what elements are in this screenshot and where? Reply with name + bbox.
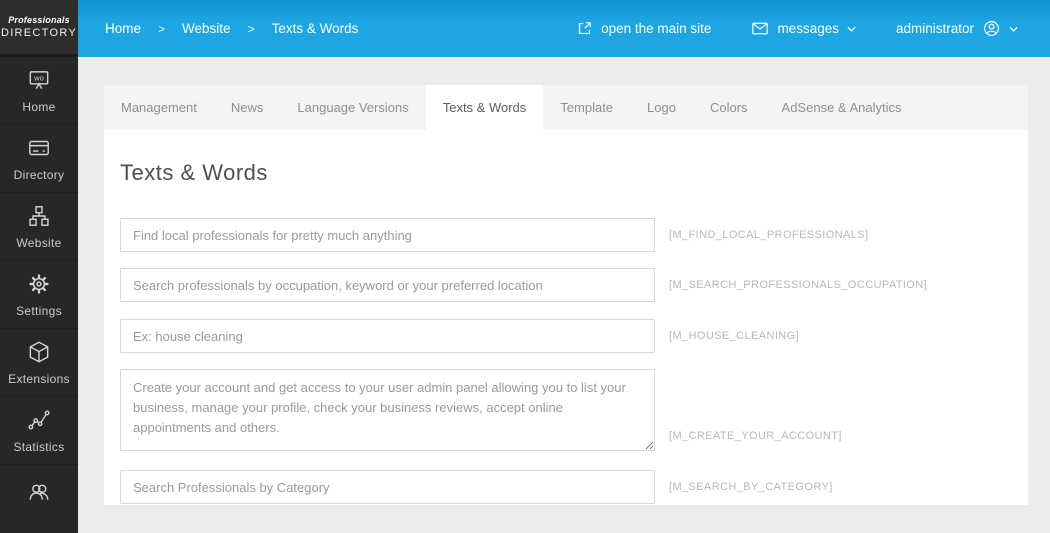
texts-words-panel: Texts & Words [M_FIND_LOCAL_PROFESSIONAL… <box>104 130 1028 504</box>
sidebar-item-label: Directory <box>13 168 65 182</box>
tab-template[interactable]: Template <box>543 85 630 130</box>
field-row: Create your account and get access to yo… <box>120 369 1028 451</box>
external-link-icon <box>576 20 593 37</box>
tab-bar: Management News Language Versions Texts … <box>104 85 1028 130</box>
content-card: Management News Language Versions Texts … <box>104 85 1028 505</box>
field-row: [M_SEARCH_BY_CATEGORY] <box>120 470 1028 504</box>
breadcrumb-home[interactable]: Home <box>105 21 141 36</box>
listing-card-icon <box>26 135 52 161</box>
sidebar-item-label: Settings <box>16 304 62 318</box>
tab-texts-words[interactable]: Texts & Words <box>425 85 544 130</box>
sidebar-item-home[interactable]: wo Home <box>0 57 78 125</box>
sidebar-item-directory[interactable]: Directory <box>0 125 78 193</box>
topbar: Home > Website > Texts & Words open the … <box>78 0 1050 57</box>
breadcrumb-texts-words[interactable]: Texts & Words <box>272 21 359 36</box>
tab-adsense-analytics[interactable]: AdSense & Analytics <box>765 85 919 130</box>
sidebar-item-settings[interactable]: Settings <box>0 261 78 329</box>
app-logo[interactable]: Professionals DIRECTORY <box>0 0 78 57</box>
breadcrumb-separator: > <box>158 21 166 36</box>
sitemap-icon <box>26 203 52 229</box>
app-window: Professionals DIRECTORY wo Home Director… <box>0 0 1050 533</box>
breadcrumb-separator: > <box>247 21 255 36</box>
logo-line2: DIRECTORY <box>0 27 78 39</box>
tab-management[interactable]: Management <box>104 85 214 130</box>
input-search-by-category[interactable] <box>120 470 655 504</box>
logo-line1: Professionals <box>8 15 70 25</box>
presentation-board-icon: wo <box>26 67 52 93</box>
cube-icon <box>26 339 52 365</box>
sidebar-item-website[interactable]: Website <box>0 193 78 261</box>
sidebar-item-statistics[interactable]: Statistics <box>0 397 78 465</box>
field-key-label: [M_FIND_LOCAL_PROFESSIONALS] <box>669 229 869 241</box>
field-key-label: [M_HOUSE_CLEANING] <box>669 330 800 342</box>
field-row: [M_HOUSE_CLEANING] <box>120 319 1028 353</box>
input-house-cleaning[interactable] <box>120 319 655 353</box>
sidebar-item-label: Website <box>16 236 62 250</box>
chevron-down-icon <box>1009 26 1018 32</box>
field-row: [M_SEARCH_PROFESSIONALS_OCCUPATION] <box>120 268 1028 302</box>
user-circle-icon <box>982 19 1001 38</box>
sidebar-item-extensions[interactable]: Extensions <box>0 329 78 397</box>
administrator-label: administrator <box>895 21 974 36</box>
input-find-local-professionals[interactable] <box>120 218 655 252</box>
page-title: Texts & Words <box>120 160 268 185</box>
administrator-menu[interactable]: administrator <box>896 19 1018 38</box>
envelope-icon <box>751 21 769 36</box>
topbar-right: open the main site messages administrato… <box>576 19 1050 38</box>
sidebar: Professionals DIRECTORY wo Home Director… <box>0 0 78 533</box>
gear-icon <box>26 271 52 297</box>
tab-news[interactable]: News <box>214 85 281 130</box>
textarea-create-your-account[interactable]: Create your account and get access to yo… <box>120 369 655 451</box>
svg-text:wo: wo <box>33 74 44 83</box>
tab-language-versions[interactable]: Language Versions <box>280 85 425 130</box>
field-key-label: [M_SEARCH_BY_CATEGORY] <box>669 481 833 493</box>
messages-menu[interactable]: messages <box>751 21 856 36</box>
open-main-site-link[interactable]: open the main site <box>576 20 711 37</box>
line-chart-icon <box>26 407 52 433</box>
tab-colors[interactable]: Colors <box>693 85 765 130</box>
messages-label: messages <box>777 21 839 36</box>
breadcrumb-website[interactable]: Website <box>182 21 231 36</box>
sidebar-item-label: Extensions <box>8 372 70 386</box>
input-search-professionals-occupation[interactable] <box>120 268 655 302</box>
sidebar-item-label: Home <box>22 100 56 114</box>
users-icon <box>25 479 53 505</box>
field-key-label: [M_SEARCH_PROFESSIONALS_OCCUPATION] <box>669 279 928 291</box>
breadcrumb: Home > Website > Texts & Words <box>78 21 358 36</box>
field-key-label: [M_CREATE_YOUR_ACCOUNT] <box>669 430 842 442</box>
open-main-site-label: open the main site <box>601 21 712 36</box>
chevron-down-icon <box>847 26 856 32</box>
tab-logo[interactable]: Logo <box>630 85 693 130</box>
field-row: [M_FIND_LOCAL_PROFESSIONALS] <box>120 218 1028 252</box>
sidebar-item-label: Statistics <box>13 440 65 454</box>
sidebar-item-users[interactable] <box>0 465 78 533</box>
